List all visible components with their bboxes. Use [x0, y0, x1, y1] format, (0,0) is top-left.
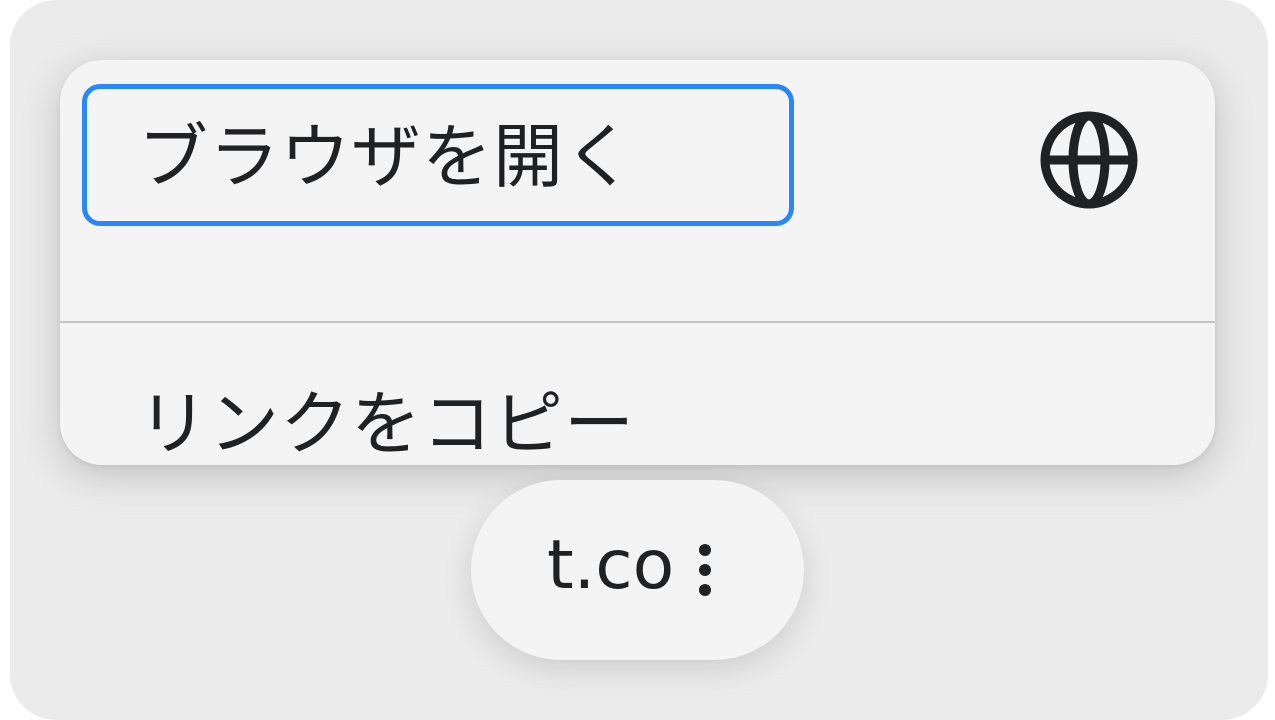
- domain-pill[interactable]: t.co: [471, 480, 804, 660]
- copy-link-label: リンクをコピー: [138, 383, 635, 465]
- globe-icon: [1040, 111, 1138, 209]
- more-vertical-icon: [699, 544, 711, 596]
- open-in-browser-item[interactable]: ブラウザを開く: [60, 60, 1215, 260]
- open-in-browser-label: ブラウザを開く: [138, 116, 635, 198]
- context-menu: ブラウザを開く リンクをコピー: [60, 60, 1215, 465]
- domain-text: t.co: [547, 526, 675, 605]
- copy-link-item[interactable]: リンクをコピー: [60, 263, 1215, 463]
